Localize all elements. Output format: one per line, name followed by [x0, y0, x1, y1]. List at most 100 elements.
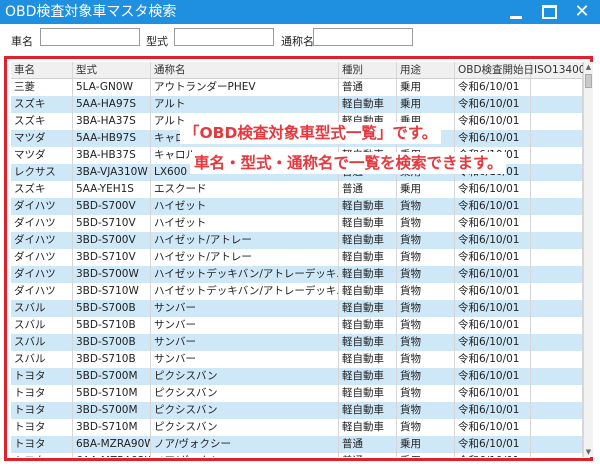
header-col-model[interactable]: 型式	[73, 62, 151, 78]
cell-iso13400	[531, 130, 583, 147]
cell-type: 軽自動車	[339, 215, 397, 232]
table-row[interactable]: 三菱 5LA-GN0W アウトランダーPHEV 普通 乗用 令和6/10/01	[11, 79, 583, 96]
cell-iso13400	[531, 351, 583, 368]
cell-model: 5BD-S700V	[73, 198, 151, 215]
cell-iso13400	[531, 385, 583, 402]
table-row[interactable]: トヨタ 5BD-S710M ピクシスバン 軽自動車 貨物 令和6/10/01	[11, 385, 583, 402]
header-col-name[interactable]: 通称名	[151, 62, 339, 78]
cell-iso13400	[531, 147, 583, 164]
cell-name: ハイゼット/アトレー	[151, 232, 339, 249]
cell-make: 三菱	[11, 79, 73, 96]
cell-make: マツダ	[11, 147, 73, 164]
cell-use: 貨物	[397, 402, 455, 419]
table-row[interactable]: ダイハツ 5BD-S700V ハイゼット 軽自動車 貨物 令和6/10/01	[11, 198, 583, 215]
minimize-button[interactable]	[500, 0, 532, 24]
maximize-button[interactable]	[533, 0, 565, 24]
cell-iso13400	[531, 300, 583, 317]
header-col-make[interactable]: 車名	[11, 62, 73, 78]
table-row[interactable]: トヨタ6AA-MZRA92Wノア/ヴォクシー普通乗用令和6/10/01	[11, 453, 583, 457]
callout-line-1: 「OBD検査対象車型式一覧」です。	[180, 122, 442, 144]
cell-make: ダイハツ	[11, 266, 73, 283]
cell-make: スバル	[11, 334, 73, 351]
cell-model: 5BD-S710M	[73, 385, 151, 402]
cell-obd-date: 令和6/10/01	[455, 402, 531, 419]
cell-name: アウトランダーPHEV	[151, 79, 339, 96]
cell-name: ピクシスバン	[151, 385, 339, 402]
table-row[interactable]: トヨタ 3BD-S710M ピクシスバン 軽自動車 貨物 令和6/10/01	[11, 419, 583, 436]
table-row[interactable]: スバル 5BD-S710B サンバー 軽自動車 貨物 令和6/10/01	[11, 317, 583, 334]
cell-type: 軽自動車	[339, 96, 397, 113]
cell-name: ハイゼットデッキバン/アトレーデッキバン	[151, 266, 339, 283]
cell-obd-date: 令和6/10/01	[455, 249, 531, 266]
cell-make: スバル	[11, 351, 73, 368]
grid-header: 車名 型式 通称名 種別 用途 OBD検査開始日 ISO13400	[11, 62, 583, 79]
cell-type: 軽自動車	[339, 249, 397, 266]
table-row[interactable]: スズキ 5AA-YEH1S エスクード 普通 乗用 令和6/10/01	[11, 181, 583, 198]
table-row[interactable]: スバル 3BD-S700B サンバー 軽自動車 貨物 令和6/10/01	[11, 334, 583, 351]
cell-obd-date: 令和6/10/01	[455, 130, 531, 147]
table-row[interactable]: スバル 3BD-S710B サンバー 軽自動車 貨物 令和6/10/01	[11, 351, 583, 368]
cell-obd-date: 令和6/10/01	[455, 198, 531, 215]
cell-model: 3BD-S710M	[73, 419, 151, 436]
cell-use: 乗用	[397, 453, 455, 457]
vertical-scrollbar[interactable]: ▲ ▼	[583, 62, 593, 457]
cell-make: スズキ	[11, 96, 73, 113]
cell-use: 貨物	[397, 385, 455, 402]
results-frame: 車名 型式 通称名 種別 用途 OBD検査開始日 ISO13400 三菱 5LA-GN0W アウ…	[4, 56, 593, 461]
cell-iso13400	[531, 334, 583, 351]
table-row[interactable]: スズキ 5AA-HA97S アルト 軽自動車 乗用 令和6/10/01	[11, 96, 583, 113]
cell-model: 6AA-MZRA92W	[73, 453, 151, 457]
cell-use: 貨物	[397, 368, 455, 385]
cell-iso13400	[531, 181, 583, 198]
table-row[interactable]: ダイハツ 5BD-S710V ハイゼット 軽自動車 貨物 令和6/10/01	[11, 215, 583, 232]
header-col-use[interactable]: 用途	[397, 62, 455, 78]
scroll-thumb[interactable]	[585, 74, 592, 88]
cell-make: スバル	[11, 300, 73, 317]
cell-model: 3BD-S710V	[73, 249, 151, 266]
cell-type: 軽自動車	[339, 198, 397, 215]
make-input[interactable]	[40, 28, 140, 46]
maximize-icon	[541, 5, 557, 19]
cell-iso13400	[531, 79, 583, 96]
scroll-down-icon[interactable]: ▼	[584, 447, 593, 457]
cell-obd-date: 令和6/10/01	[455, 79, 531, 96]
cell-make: トヨタ	[11, 436, 73, 453]
model-input[interactable]	[174, 28, 274, 46]
table-row[interactable]: トヨタ 3BD-S700M ピクシスバン 軽自動車 貨物 令和6/10/01	[11, 402, 583, 419]
cell-obd-date: 令和6/10/01	[455, 368, 531, 385]
cell-type: 軽自動車	[339, 402, 397, 419]
cell-use: 貨物	[397, 300, 455, 317]
table-row[interactable]: スバル 5BD-S700B サンバー 軽自動車 貨物 令和6/10/01	[11, 300, 583, 317]
table-row[interactable]: トヨタ 5BD-S700M ピクシスバン 軽自動車 貨物 令和6/10/01	[11, 368, 583, 385]
cell-use: 貨物	[397, 351, 455, 368]
cell-make: トヨタ	[11, 368, 73, 385]
cell-use: 貨物	[397, 232, 455, 249]
cell-model: 5BD-S700M	[73, 368, 151, 385]
cell-iso13400	[531, 368, 583, 385]
header-col-obd-date[interactable]: OBD検査開始日	[455, 62, 534, 78]
minimize-icon	[510, 15, 522, 19]
scroll-up-icon[interactable]: ▲	[584, 62, 593, 72]
header-col-type[interactable]: 種別	[339, 62, 397, 78]
cell-name: サンバー	[151, 300, 339, 317]
make-label: 車名	[11, 35, 33, 48]
name-input[interactable]	[313, 28, 413, 46]
callout-line-2: 車名・型式・通称名で一覧を検索できます。	[190, 152, 507, 174]
cell-model: 5AA-YEH1S	[73, 181, 151, 198]
table-row[interactable]: トヨタ 6BA-MZRA90W ノア/ヴォクシー 普通 乗用 令和6/10/01	[11, 436, 583, 453]
cell-name: エスクード	[151, 181, 339, 198]
cell-use: 貨物	[397, 419, 455, 436]
cell-iso13400	[531, 283, 583, 300]
cell-make: ダイハツ	[11, 198, 73, 215]
cell-obd-date: 令和6/10/01	[455, 283, 531, 300]
cell-type: 軽自動車	[339, 300, 397, 317]
table-row[interactable]: ダイハツ 3BD-S700V ハイゼット/アトレー 軽自動車 貨物 令和6/10/01	[11, 232, 583, 249]
table-row[interactable]: ダイハツ 3BD-S710W ハイゼットデッキバン/アトレーデッキバン 軽自動車 貨物令…	[11, 283, 583, 300]
cell-type: 軽自動車	[339, 266, 397, 283]
cell-obd-date: 令和6/10/01	[455, 266, 531, 283]
table-row[interactable]: ダイハツ 3BD-S710V ハイゼット/アトレー 軽自動車 貨物 令和6/10/01	[11, 249, 583, 266]
close-button[interactable]: ✕	[566, 0, 598, 24]
table-row[interactable]: ダイハツ 3BD-S700W ハイゼットデッキバン/アトレーデッキバン 軽自動車 貨物令…	[11, 266, 583, 283]
cell-obd-date: 令和6/10/01	[455, 96, 531, 113]
header-col-iso13400[interactable]: ISO13400	[531, 62, 583, 78]
